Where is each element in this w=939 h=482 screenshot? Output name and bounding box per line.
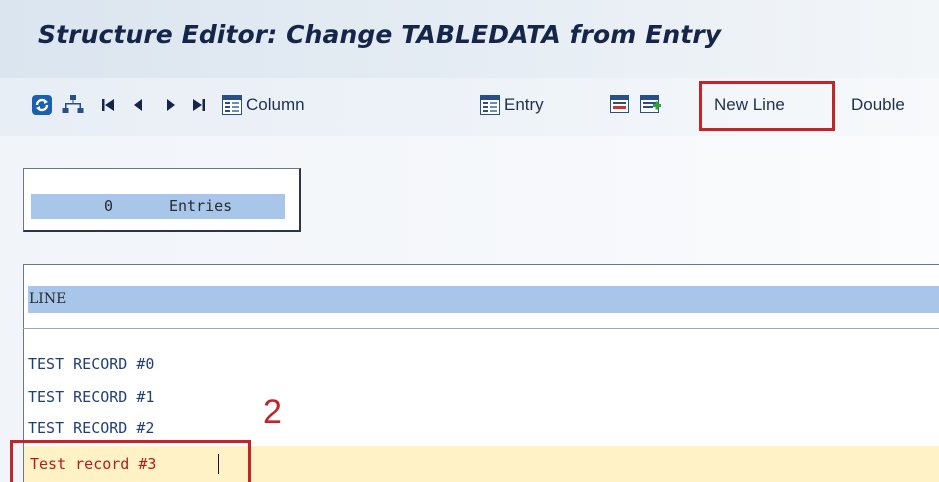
title-bar: Structure Editor: Change TABLEDATA from … xyxy=(0,0,939,78)
step-2-annotation: 2 xyxy=(263,393,282,431)
table-row[interactable]: TEST RECORD #1 xyxy=(28,382,154,412)
entry-icon xyxy=(480,95,500,115)
column-header-line: LINE xyxy=(29,291,67,307)
refresh-icon[interactable] xyxy=(31,86,53,124)
column-icon xyxy=(222,95,242,115)
entries-label: Entries xyxy=(169,197,233,215)
double-button[interactable]: Double xyxy=(851,86,905,124)
window-title: Structure Editor: Change TABLEDATA from … xyxy=(38,20,722,49)
last-page-icon[interactable] xyxy=(191,86,207,124)
entries-count: 0 xyxy=(104,197,114,215)
first-page-icon[interactable] xyxy=(100,86,116,124)
column-button-label: Column xyxy=(246,95,305,114)
column-button[interactable]: Column xyxy=(222,86,305,124)
table-row[interactable]: TEST RECORD #0 xyxy=(28,349,154,379)
previous-icon[interactable] xyxy=(131,86,145,124)
entry-button[interactable]: Entry xyxy=(480,86,544,124)
next-icon[interactable] xyxy=(164,86,178,124)
header-separator xyxy=(23,328,939,329)
table-header: LINE xyxy=(28,286,939,313)
entries-strip: 0 Entries xyxy=(31,194,285,219)
new-line-highlight xyxy=(699,81,835,131)
entry-button-label: Entry xyxy=(504,95,544,114)
new-row-highlight xyxy=(10,440,251,482)
delete-line-icon[interactable] xyxy=(610,86,632,124)
insert-line-icon[interactable] xyxy=(640,86,662,124)
hierarchy-icon[interactable] xyxy=(62,86,84,124)
double-button-label: Double xyxy=(851,95,905,114)
table-row[interactable]: TEST RECORD #2 xyxy=(28,413,154,443)
